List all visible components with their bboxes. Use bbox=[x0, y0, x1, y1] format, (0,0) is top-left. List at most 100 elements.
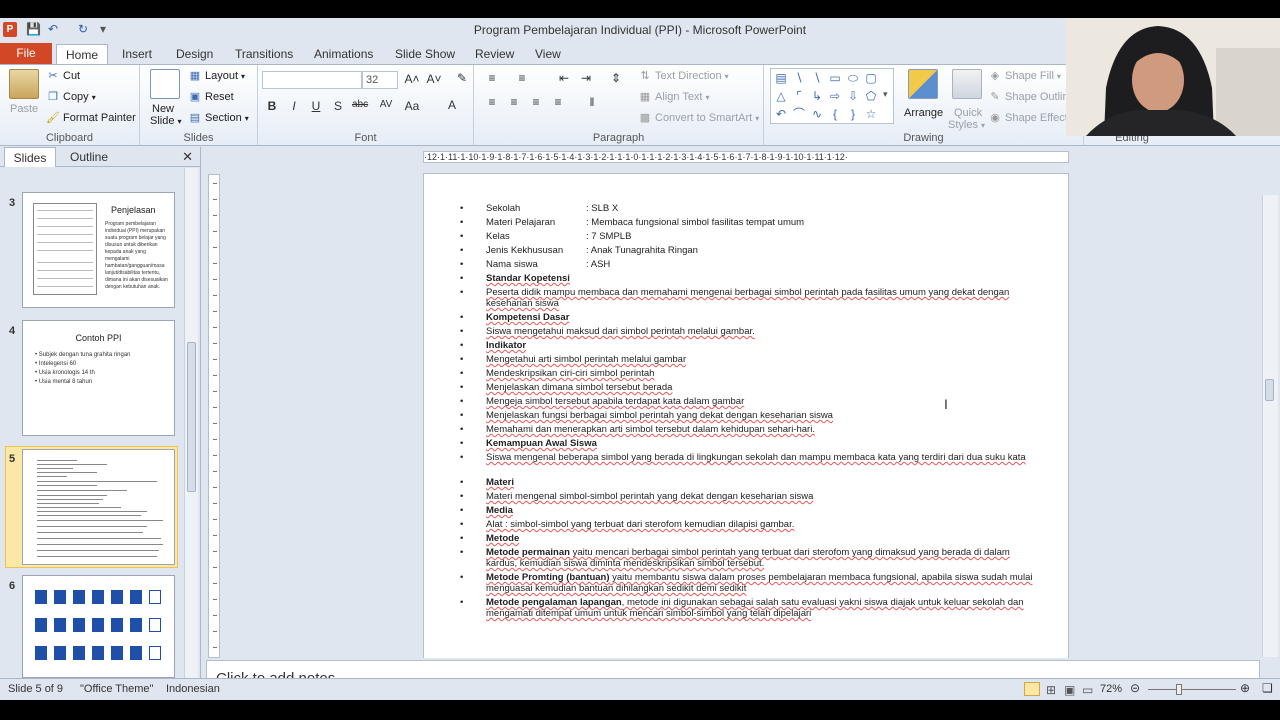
paste-button[interactable]: Paste bbox=[10, 103, 38, 115]
tab-file[interactable]: File bbox=[0, 43, 52, 64]
tab-design[interactable]: Design bbox=[170, 44, 219, 64]
quick-styles-icon[interactable] bbox=[952, 69, 982, 99]
oval-shape-icon[interactable]: ⬭ bbox=[846, 71, 860, 85]
brace-right-shape-icon[interactable]: } bbox=[846, 107, 860, 121]
shadow-icon[interactable]: S bbox=[330, 99, 346, 113]
ruler-tick bbox=[213, 279, 217, 280]
theme-name[interactable]: "Office Theme" bbox=[80, 683, 153, 695]
columns-icon[interactable]: ‖ bbox=[584, 95, 600, 109]
close-icon[interactable]: ✕ bbox=[182, 149, 193, 165]
numbering-icon[interactable]: ≡ bbox=[514, 71, 530, 85]
zoom-in-icon[interactable]: ⊕ bbox=[1240, 681, 1250, 695]
zoom-slider-thumb[interactable] bbox=[1176, 684, 1182, 695]
curve-shape-icon[interactable]: ↶ bbox=[774, 107, 788, 121]
arc-shape-icon[interactable]: ⌒ bbox=[792, 107, 806, 121]
tab-slide-show[interactable]: Slide Show bbox=[389, 44, 461, 64]
line-shape-icon[interactable]: ∖ bbox=[810, 71, 824, 85]
brace-left-shape-icon[interactable]: { bbox=[828, 107, 842, 121]
slide-thumbnail-6[interactable] bbox=[22, 575, 175, 678]
freeform-shape-icon[interactable]: ∿ bbox=[810, 107, 824, 121]
align-center-icon[interactable]: ≡ bbox=[506, 95, 522, 109]
copy-button[interactable]: ❐ Copy ▾ bbox=[46, 90, 96, 104]
line-shape-icon[interactable]: ∖ bbox=[792, 71, 806, 85]
tab-transitions[interactable]: Transitions bbox=[229, 44, 299, 64]
rounded-rect-shape-icon[interactable]: ▢ bbox=[864, 71, 878, 85]
zoom-slider[interactable] bbox=[1148, 684, 1236, 695]
elbow-connector-icon[interactable]: ⌜ bbox=[792, 89, 806, 103]
font-color-icon[interactable]: A bbox=[444, 98, 460, 112]
tab-animations[interactable]: Animations bbox=[308, 44, 379, 64]
align-left-icon[interactable]: ≡ bbox=[484, 95, 500, 109]
quick-styles-button[interactable]: Quick bbox=[954, 107, 982, 119]
arrange-button[interactable]: Arrange bbox=[904, 107, 943, 119]
increase-indent-icon[interactable]: ⇥ bbox=[578, 71, 594, 85]
align-text-button[interactable]: ▦ Align Text ▾ bbox=[638, 90, 710, 104]
thumbnails-scrollbar[interactable] bbox=[184, 168, 198, 678]
font-name-combo[interactable] bbox=[262, 71, 362, 89]
align-right-icon[interactable]: ≡ bbox=[528, 95, 544, 109]
decrease-indent-icon[interactable]: ⇤ bbox=[556, 71, 572, 85]
tab-view[interactable]: View bbox=[529, 44, 567, 64]
character-spacing-icon[interactable]: AV bbox=[378, 99, 394, 110]
change-case-icon[interactable]: Aa bbox=[404, 99, 420, 113]
layout-button[interactable]: ▦ Layout ▾ bbox=[188, 69, 245, 83]
tab-review[interactable]: Review bbox=[469, 44, 520, 64]
bullets-icon[interactable]: ≡ bbox=[484, 71, 500, 85]
right-arrow-shape-icon[interactable]: ⇨ bbox=[828, 89, 842, 103]
bullet-dot: • bbox=[460, 217, 464, 228]
down-arrow-shape-icon[interactable]: ⇩ bbox=[846, 89, 860, 103]
textbox-shape-icon[interactable]: ▤ bbox=[774, 71, 788, 85]
italic-icon[interactable]: I bbox=[286, 99, 302, 113]
zoom-out-icon[interactable]: ⊝ bbox=[1130, 681, 1140, 695]
zoom-level[interactable]: 72% bbox=[1100, 683, 1122, 695]
new-slide-button-line2[interactable]: Slide ▾ bbox=[150, 115, 181, 127]
slide-scrollbar[interactable] bbox=[1262, 195, 1278, 657]
arrange-icon[interactable] bbox=[908, 69, 938, 99]
slide-show-icon[interactable]: ▭ bbox=[1082, 683, 1093, 697]
format-painter-button[interactable]: 🖌 Format Painter bbox=[46, 111, 136, 125]
tab-slides[interactable]: Slides bbox=[4, 147, 56, 167]
quick-styles-button-line2[interactable]: Styles ▾ bbox=[948, 119, 985, 131]
font-size-combo[interactable]: 32 bbox=[362, 71, 398, 89]
text-direction-button[interactable]: ⇅ Text Direction ▾ bbox=[638, 69, 728, 83]
slide-canvas[interactable]: • Sekolah: SLB X • Materi Pelajaran: Membac… bbox=[423, 173, 1069, 658]
line-spacing-icon[interactable]: ⇕ bbox=[608, 71, 624, 85]
underline-icon[interactable]: U bbox=[308, 99, 324, 113]
reset-button[interactable]: ▣ Reset bbox=[188, 90, 234, 104]
tab-home[interactable]: Home bbox=[56, 44, 108, 64]
slide-thumbnail-5[interactable] bbox=[22, 449, 175, 565]
tab-insert[interactable]: Insert bbox=[116, 44, 158, 64]
justify-icon[interactable]: ≡ bbox=[550, 95, 566, 109]
language[interactable]: Indonesian bbox=[166, 683, 220, 695]
shape-outline-button[interactable]: ✎ Shape Outline bbox=[988, 90, 1074, 104]
shape-fill-button[interactable]: ◈ Shape Fill ▾ bbox=[988, 69, 1061, 83]
bold-icon[interactable]: B bbox=[264, 99, 280, 113]
shapes-gallery[interactable]: ▤ ∖ ∖ ▭ ⬭ ▢ △ ⌜ ↳ ⇨ ⇩ ⬠ ↶ ⌒ ∿ { } ☆ ▾ bbox=[770, 68, 894, 124]
section-button[interactable]: ▤ Section ▾ bbox=[188, 111, 249, 125]
normal-view-icon[interactable] bbox=[1024, 682, 1040, 696]
slide-thumbnail-4[interactable]: Contoh PPI • Subjek dengan tuna grahita … bbox=[22, 320, 175, 436]
fit-to-window-icon[interactable]: ❏ bbox=[1262, 681, 1273, 695]
rectangle-shape-icon[interactable]: ▭ bbox=[828, 71, 842, 85]
triangle-shape-icon[interactable]: △ bbox=[774, 89, 788, 103]
thumbnails-scroll-thumb[interactable] bbox=[187, 342, 196, 492]
new-slide-button[interactable]: New bbox=[152, 103, 174, 115]
strikethrough-icon[interactable]: abc bbox=[352, 99, 368, 110]
reading-view-icon[interactable]: ▣ bbox=[1064, 683, 1075, 697]
tab-outline[interactable]: Outline bbox=[60, 147, 118, 167]
shape-effects-button[interactable]: ◉ Shape Effects bbox=[988, 111, 1073, 125]
cut-button[interactable]: ✂ Cut bbox=[46, 69, 80, 83]
elbow-arrow-icon[interactable]: ↳ bbox=[810, 89, 824, 103]
clear-formatting-icon[interactable]: ✎ bbox=[454, 71, 470, 85]
slide-scroll-thumb[interactable] bbox=[1265, 379, 1274, 401]
more-shapes-icon[interactable]: ▾ bbox=[883, 89, 888, 100]
pentagon-shape-icon[interactable]: ⬠ bbox=[864, 89, 878, 103]
new-slide-icon[interactable] bbox=[150, 69, 180, 99]
grow-font-icon[interactable]: A˄ bbox=[404, 72, 420, 86]
paste-icon[interactable] bbox=[9, 69, 39, 99]
shrink-font-icon[interactable]: A˅ bbox=[426, 72, 442, 86]
star-shape-icon[interactable]: ☆ bbox=[864, 107, 878, 121]
slide-thumbnail-3[interactable]: Penjelasan Program pembelajaran individu… bbox=[22, 192, 175, 308]
slide-sorter-icon[interactable]: ⊞ bbox=[1046, 683, 1056, 697]
convert-smartart-button[interactable]: ▩ Convert to SmartArt ▾ bbox=[638, 111, 759, 125]
